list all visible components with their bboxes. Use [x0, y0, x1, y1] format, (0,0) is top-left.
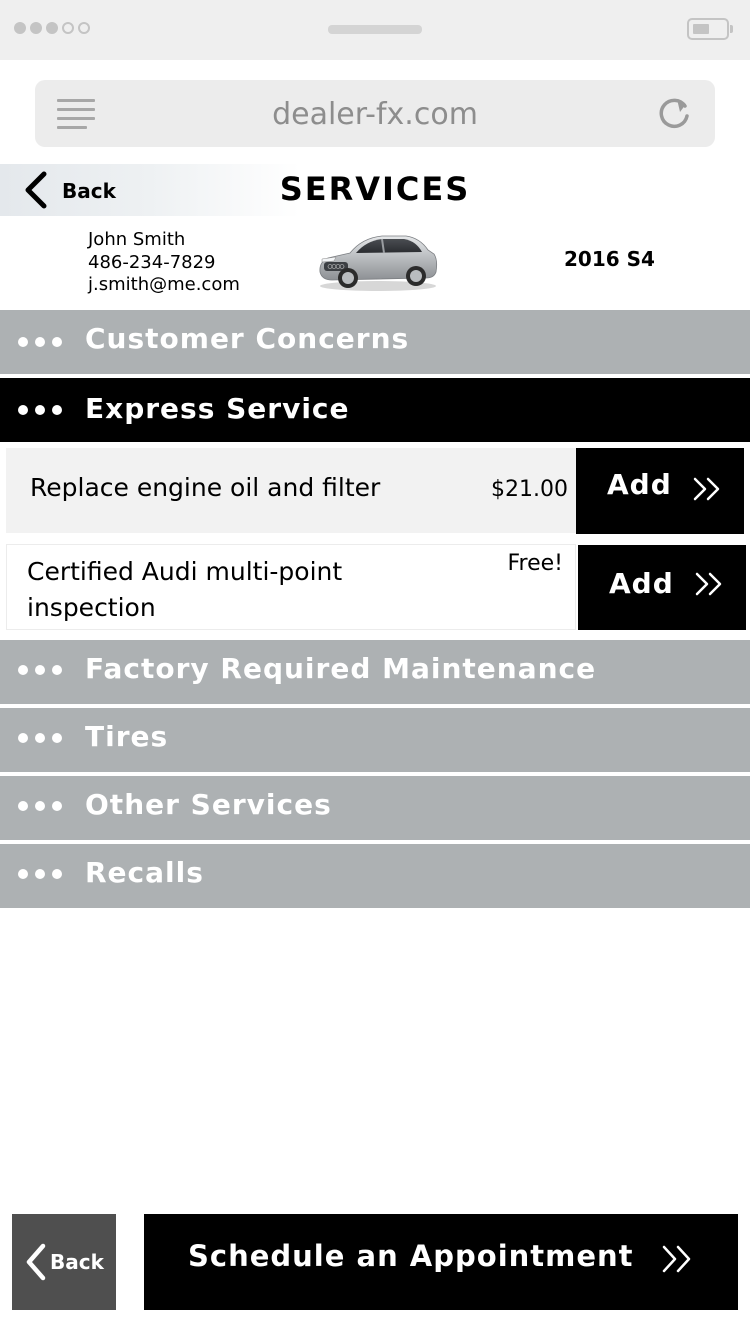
- add-oil-change-button[interactable]: Add: [576, 448, 744, 534]
- battery-icon: [687, 18, 733, 40]
- add-inspection-button[interactable]: Add: [578, 545, 746, 630]
- add-button-label: Add: [607, 468, 672, 501]
- vehicle-model: 2016 S4: [564, 247, 655, 271]
- category-customer-concerns[interactable]: Customer Concerns: [0, 310, 750, 374]
- service-price: $21.00: [491, 477, 568, 502]
- double-chevron-right-icon: [693, 477, 720, 501]
- customer-info: John Smith 486-234-7829 j.smith@me.com: [88, 229, 240, 297]
- address-bar[interactable]: dealer-fx.com: [35, 80, 715, 147]
- service-price: Free!: [507, 551, 563, 576]
- service-name: Certified Audi multi-point inspection: [27, 557, 343, 622]
- customer-name: John Smith: [88, 229, 186, 250]
- ellipsis-icon: [18, 801, 62, 811]
- url-text[interactable]: dealer-fx.com: [35, 97, 715, 132]
- category-express-service[interactable]: Express Service: [0, 378, 750, 442]
- double-chevron-right-icon: [695, 572, 722, 596]
- ellipsis-icon: [18, 869, 62, 879]
- double-chevron-right-icon: [662, 1245, 691, 1273]
- customer-email: j.smith@me.com: [88, 274, 240, 295]
- category-recalls[interactable]: Recalls: [0, 844, 750, 908]
- chevron-left-icon: [25, 171, 47, 209]
- back-button-label: Back: [62, 179, 116, 203]
- category-tires[interactable]: Tires: [0, 708, 750, 772]
- car-image: [319, 235, 438, 291]
- service-item-inspection: Certified Audi multi-point inspection Fr…: [6, 544, 576, 630]
- category-label: Tires: [85, 720, 169, 753]
- category-label: Customer Concerns: [85, 322, 410, 355]
- service-item-oil-change: Replace engine oil and filter $21.00: [6, 448, 576, 533]
- footer-back-button[interactable]: Back: [12, 1214, 116, 1310]
- add-button-label: Add: [609, 567, 674, 600]
- customer-phone: 486-234-7829: [88, 251, 216, 273]
- reload-icon[interactable]: [655, 95, 693, 133]
- category-label: Express Service: [85, 392, 350, 425]
- footer-back-label: Back: [50, 1250, 104, 1274]
- signal-strength-icon: [14, 22, 90, 34]
- category-label: Factory Required Maintenance: [85, 652, 597, 685]
- category-label: Other Services: [85, 788, 332, 821]
- page-header: Back SERVICES: [0, 164, 750, 216]
- schedule-appointment-button[interactable]: Schedule an Appointment: [144, 1214, 738, 1310]
- schedule-label: Schedule an Appointment: [188, 1239, 634, 1273]
- ellipsis-icon: [18, 665, 62, 675]
- back-button[interactable]: Back: [0, 164, 300, 216]
- ellipsis-icon: [18, 337, 62, 347]
- service-name: Replace engine oil and filter: [30, 473, 381, 502]
- category-factory-required-maintenance[interactable]: Factory Required Maintenance: [0, 640, 750, 704]
- category-label: Recalls: [85, 856, 204, 889]
- ellipsis-icon: [18, 733, 62, 743]
- speaker-notch: [328, 25, 422, 34]
- category-other-services[interactable]: Other Services: [0, 776, 750, 840]
- chevron-left-icon: [26, 1243, 46, 1281]
- ellipsis-icon: [18, 405, 62, 415]
- status-bar: [0, 0, 750, 60]
